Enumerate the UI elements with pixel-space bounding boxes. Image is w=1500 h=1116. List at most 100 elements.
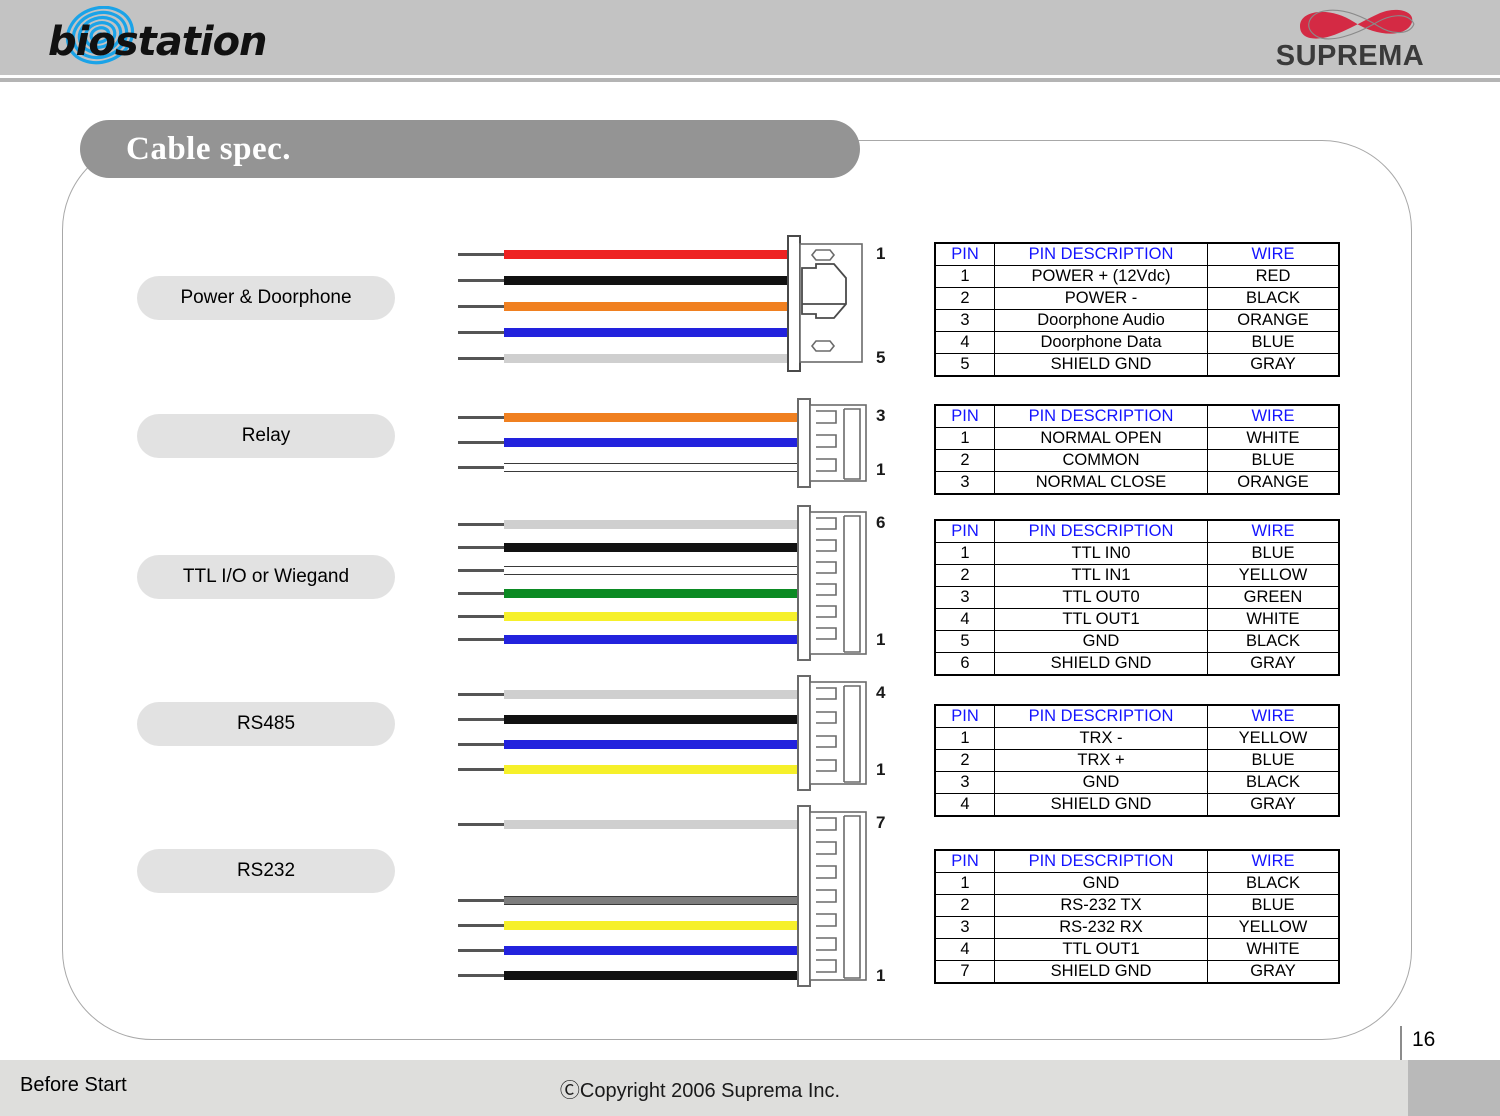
pin-number-bottom: 1 bbox=[876, 630, 886, 649]
cell-pin: 4 bbox=[934, 608, 995, 631]
table-row: 3 RS-232 RX YELLOW bbox=[934, 916, 1340, 939]
cell-pin: 2 bbox=[934, 894, 995, 917]
pin-number-bottom: 1 bbox=[876, 966, 886, 985]
rs485-cable-diagram: 4 1 bbox=[458, 675, 888, 792]
wire-stub bbox=[458, 924, 506, 927]
cell-pin: 6 bbox=[934, 652, 995, 676]
table-row: 2 TTL IN1 YELLOW bbox=[934, 564, 1340, 587]
wire-blue bbox=[458, 946, 818, 955]
wire-body bbox=[504, 635, 799, 644]
table-row: 7 SHIELD GND GRAY bbox=[934, 960, 1340, 984]
pin-number-bottom: 1 bbox=[876, 460, 886, 479]
wire-black bbox=[458, 276, 808, 285]
power-doorphone-cable-diagram: 1 5 bbox=[458, 235, 888, 378]
table-row: 3 NORMAL CLOSE ORANGE bbox=[934, 471, 1340, 495]
cell-pin: 4 bbox=[934, 938, 995, 961]
cell-desc: TTL OUT1 bbox=[994, 938, 1208, 961]
wire-orange bbox=[458, 413, 818, 422]
wire-body bbox=[504, 589, 799, 598]
wire-body bbox=[504, 520, 799, 529]
cell-desc: RS-232 RX bbox=[994, 916, 1208, 939]
cell-wire: BLACK bbox=[1207, 287, 1340, 310]
table-row: 4 TTL OUT1 WHITE bbox=[934, 938, 1340, 961]
cell-wire: RED bbox=[1207, 265, 1340, 288]
label-text: Power & Doorphone bbox=[180, 287, 352, 308]
header-wire: WIRE bbox=[1207, 849, 1340, 873]
cell-desc: TRX + bbox=[994, 749, 1208, 772]
table-row: 1 TRX - YELLOW bbox=[934, 727, 1340, 750]
table-header-row: PIN PIN DESCRIPTION WIRE bbox=[934, 519, 1340, 543]
wire-black bbox=[458, 543, 818, 552]
wire-body bbox=[504, 896, 799, 905]
cell-desc: Doorphone Data bbox=[994, 331, 1208, 354]
wire-body bbox=[504, 354, 794, 363]
cell-pin: 1 bbox=[934, 427, 995, 450]
cell-desc: SHIELD GND bbox=[994, 353, 1208, 377]
cell-wire: GREEN bbox=[1207, 586, 1340, 609]
table-row: 6 SHIELD GND GRAY bbox=[934, 652, 1340, 676]
wire-blue bbox=[458, 438, 818, 447]
cell-wire: BLUE bbox=[1207, 331, 1340, 354]
ttl-io-table: PIN PIN DESCRIPTION WIRE 1 TTL IN0 BLUE … bbox=[934, 519, 1340, 676]
wire-body bbox=[504, 612, 799, 621]
rs232-cable-diagram: 7 1 bbox=[458, 805, 888, 987]
suprema-wordmark: SUPREMA bbox=[1275, 40, 1425, 72]
cell-pin: 2 bbox=[934, 564, 995, 587]
label-power-doorphone: Power & Doorphone bbox=[137, 276, 395, 320]
cell-desc: SHIELD GND bbox=[994, 960, 1208, 984]
wire-stub bbox=[458, 441, 506, 444]
suprema-logo: SUPREMA bbox=[1240, 4, 1460, 76]
cell-desc: RS-232 TX bbox=[994, 894, 1208, 917]
table-row: 2 POWER - BLACK bbox=[934, 287, 1340, 310]
label-text: TTL I/O or Wiegand bbox=[182, 566, 350, 587]
table-row: 2 COMMON BLUE bbox=[934, 449, 1340, 472]
table-row: 4 TTL OUT1 WHITE bbox=[934, 608, 1340, 631]
pin-number-top: 4 bbox=[876, 683, 886, 702]
cell-pin: 1 bbox=[934, 542, 995, 565]
label-text: Relay bbox=[241, 425, 291, 446]
wire-blue bbox=[458, 740, 818, 749]
wire-white bbox=[458, 896, 818, 905]
wire-body bbox=[504, 690, 799, 699]
table-header-row: PIN PIN DESCRIPTION WIRE bbox=[934, 242, 1340, 266]
wire-red bbox=[458, 250, 808, 259]
page-title: Cable spec. bbox=[126, 130, 291, 167]
cell-desc: TRX - bbox=[994, 727, 1208, 750]
wire-black bbox=[458, 715, 818, 724]
cell-wire: ORANGE bbox=[1207, 309, 1340, 332]
cell-desc: GND bbox=[994, 630, 1208, 653]
wire-stub bbox=[458, 718, 506, 721]
table-row: 3 TTL OUT0 GREEN bbox=[934, 586, 1340, 609]
wire-black bbox=[458, 971, 818, 980]
wire-body bbox=[504, 715, 799, 724]
table-row: 1 TTL IN0 BLUE bbox=[934, 542, 1340, 565]
pin-number-bottom: 1 bbox=[876, 760, 886, 779]
cell-pin: 3 bbox=[934, 916, 995, 939]
cell-wire: BLUE bbox=[1207, 894, 1340, 917]
section-banner: Cable spec. bbox=[80, 120, 860, 178]
wire-stub bbox=[458, 357, 506, 360]
table-row: 1 NORMAL OPEN WHITE bbox=[934, 427, 1340, 450]
cell-pin: 2 bbox=[934, 749, 995, 772]
relay-cable-diagram: 3 1 bbox=[458, 398, 888, 490]
header-desc: PIN DESCRIPTION bbox=[994, 242, 1208, 266]
biostation-wordmark: biostation bbox=[48, 19, 268, 65]
cell-wire: YELLOW bbox=[1207, 727, 1340, 750]
cell-pin: 1 bbox=[934, 872, 995, 895]
header-desc: PIN DESCRIPTION bbox=[994, 404, 1208, 428]
cell-wire: BLUE bbox=[1207, 749, 1340, 772]
cell-wire: GRAY bbox=[1207, 960, 1340, 984]
header-wire: WIRE bbox=[1207, 242, 1340, 266]
cell-desc: TTL IN1 bbox=[994, 564, 1208, 587]
wire-body bbox=[504, 413, 799, 422]
rs485-table: PIN PIN DESCRIPTION WIRE 1 TRX - YELLOW … bbox=[934, 704, 1340, 817]
cell-wire: GRAY bbox=[1207, 652, 1340, 676]
wire-body bbox=[504, 302, 794, 311]
cell-pin: 3 bbox=[934, 471, 995, 495]
header-desc: PIN DESCRIPTION bbox=[994, 849, 1208, 873]
header-desc: PIN DESCRIPTION bbox=[994, 704, 1208, 728]
cell-desc: NORMAL CLOSE bbox=[994, 471, 1208, 495]
wire-white bbox=[458, 463, 818, 472]
cell-desc: POWER + (12Vdc) bbox=[994, 265, 1208, 288]
cell-wire: BLUE bbox=[1207, 449, 1340, 472]
